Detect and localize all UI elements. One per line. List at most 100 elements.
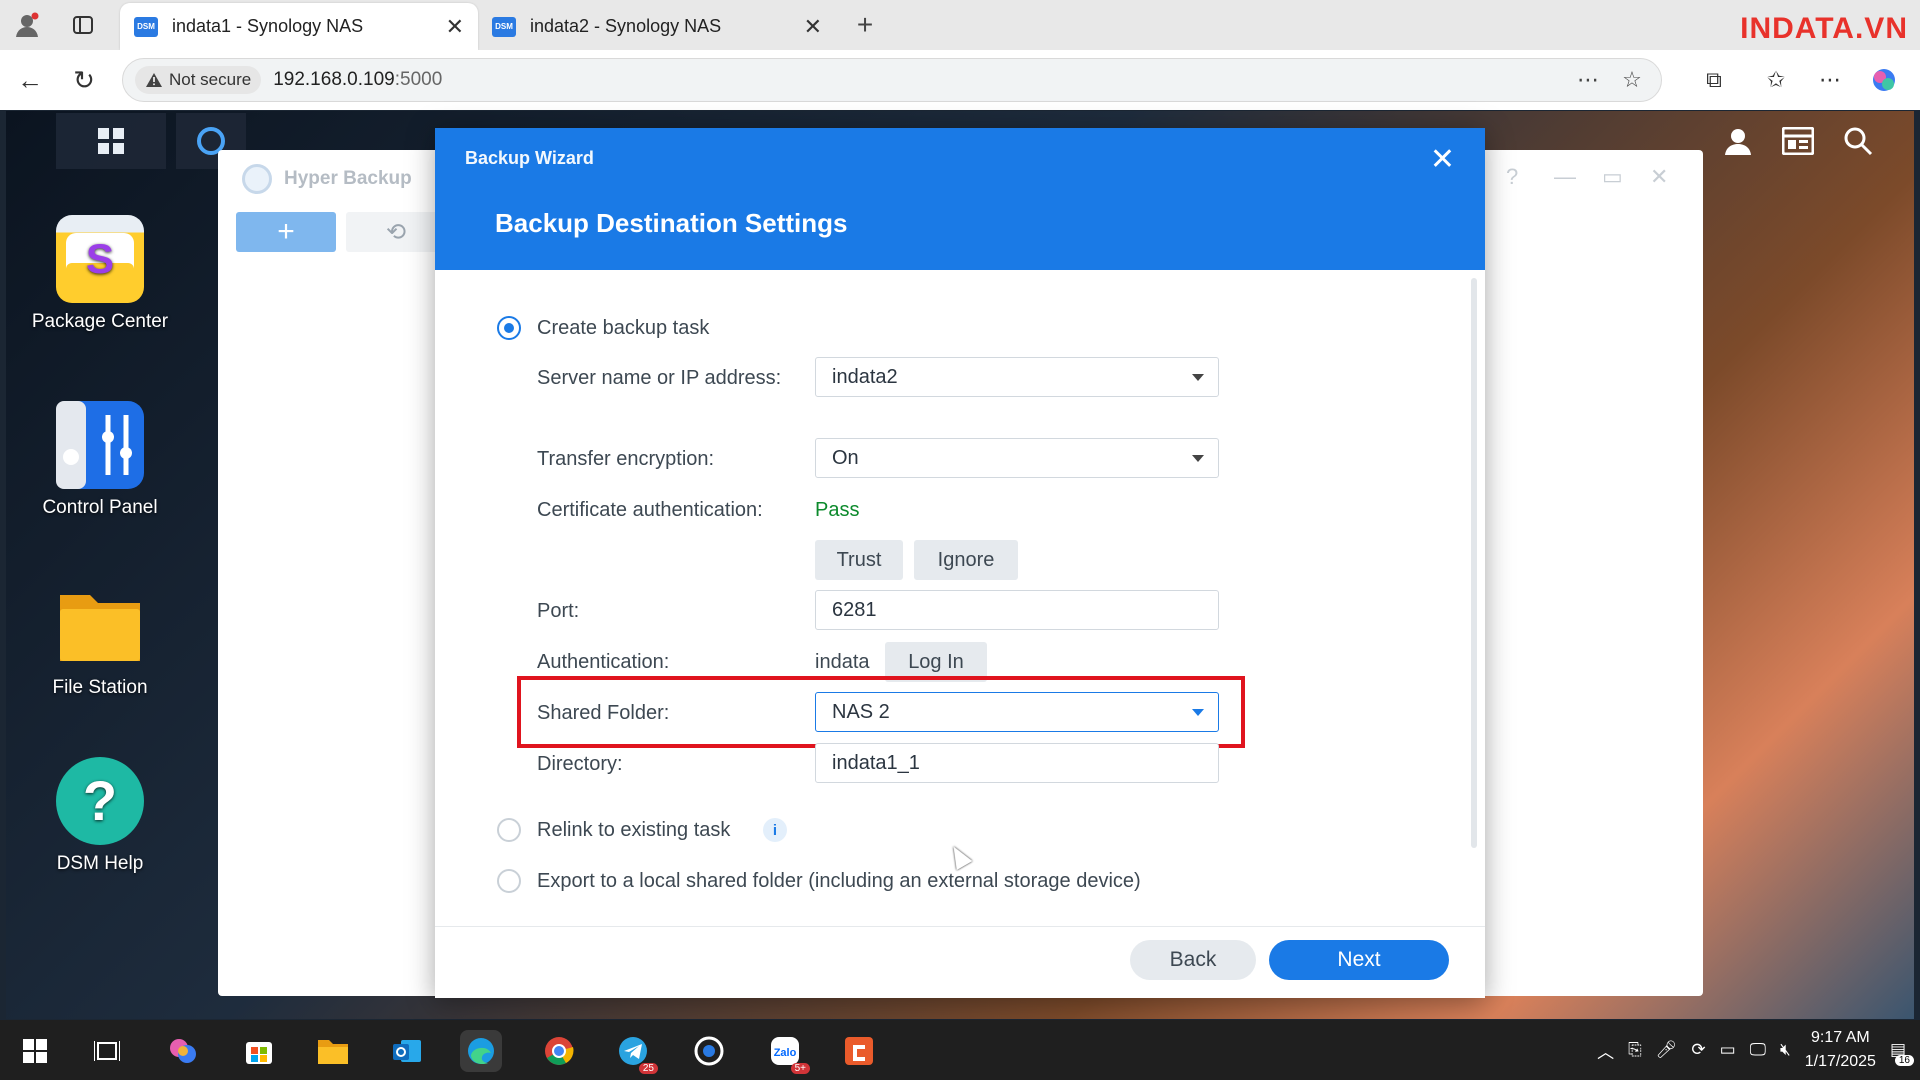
desktop-icon-dsm-help[interactable]: ? DSM Help [20,757,180,875]
chrome-icon[interactable] [538,1030,580,1072]
port-input[interactable]: 6281 [815,590,1219,630]
back-button[interactable]: Back [1130,940,1256,980]
svg-text:S: S [86,235,114,282]
url-host: 192.168.0.109 [273,69,395,90]
desktop-icon-file-station[interactable]: File Station [20,581,180,699]
desktop-icon-control-panel[interactable]: Control Panel [20,401,180,519]
network-icon[interactable]: 🖵︎ [1750,1040,1766,1060]
close-icon[interactable]: ✕ [1430,142,1455,177]
close-window-icon[interactable]: ✕ [1650,164,1668,190]
volume-muted-icon[interactable]: 🔇︎ [1780,1040,1791,1060]
package-center-icon: S [56,215,144,303]
radio-export-local-folder[interactable] [497,869,521,893]
scrollbar[interactable] [1471,278,1477,848]
tab-actions-icon[interactable] [66,8,100,42]
more-tools-icon[interactable]: ⋯ [1573,65,1603,95]
microsoft-store-icon[interactable] [238,1030,280,1072]
search-app-icon[interactable] [688,1030,730,1072]
start-windows-icon[interactable] [14,1030,56,1072]
new-tab-icon[interactable]: + [848,8,882,42]
task-view-icon[interactable] [86,1030,128,1072]
camera-icon[interactable]: ⎘ [1628,1040,1642,1060]
telegram-icon[interactable]: 25 [612,1030,658,1074]
control-panel-icon [56,401,144,489]
dsm-help-icon: ? [56,757,144,845]
notification-count: 16 [1894,1055,1914,1066]
maximize-icon[interactable]: ▭ [1602,164,1623,190]
certificate-label: Certificate authentication: [537,499,763,521]
reload-icon[interactable]: ↻ [66,62,102,98]
encryption-select[interactable]: On [815,438,1219,478]
extensions-icon[interactable]: ⧉ [1696,62,1732,98]
chevron-up-icon[interactable]: ︿ [1597,1038,1614,1063]
info-icon[interactable]: i [763,818,787,842]
profile-icon[interactable] [10,8,44,42]
snip-tool-icon[interactable] [838,1030,880,1072]
desktop-icon-label: DSM Help [56,853,144,874]
widgets-icon[interactable] [1776,119,1820,163]
close-icon[interactable]: ✕ [446,14,464,40]
search-icon[interactable] [1836,119,1880,163]
svg-text:Zalo: Zalo [774,1047,797,1059]
directory-value: indata1_1 [832,751,920,774]
back-arrow-icon[interactable]: ← [12,62,48,98]
file-explorer-icon[interactable] [312,1030,354,1072]
warning-icon [146,73,162,87]
watermark-logo: INDATA.VN [1740,12,1908,45]
battery-icon[interactable]: ▭ [1720,1040,1736,1060]
trust-button[interactable]: Trust [815,540,903,580]
add-backup-button[interactable]: + [236,212,336,252]
authentication-label: Authentication: [537,651,670,673]
directory-label: Directory: [537,753,623,775]
radio-relink-existing-task[interactable] [497,818,521,842]
copilot-icon[interactable] [1866,62,1902,98]
option-create-label: Create backup task [537,317,710,339]
copilot-app-icon[interactable] [162,1030,204,1072]
tab-indata1[interactable]: DSM indata1 - Synology NAS ✕ [120,3,478,50]
ignore-button[interactable]: Ignore [914,540,1018,580]
desktop-icon-label: File Station [52,677,148,698]
shared-folder-value: NAS 2 [832,700,890,723]
next-button[interactable]: Next [1269,940,1449,980]
port-label: Port: [537,600,580,622]
main-menu-icon[interactable] [56,113,166,169]
notifications-icon[interactable]: ▤ 16 [1890,1040,1914,1066]
url-port: :5000 [394,69,443,90]
outlook-icon[interactable] [386,1030,428,1072]
close-icon[interactable]: ✕ [804,14,822,40]
help-icon[interactable]: ? [1506,164,1518,190]
shared-folder-select[interactable]: NAS 2 [815,692,1219,732]
clock[interactable]: 9:17 AM 1/17/2025 [1805,1026,1876,1074]
microphone-icon[interactable]: 🎤︎ [1656,1040,1678,1060]
zalo-icon[interactable]: Zalo 5+ [764,1030,810,1074]
minimize-icon[interactable]: — [1554,164,1576,190]
tab-strip: DSM indata1 - Synology NAS ✕ DSM indata2… [0,0,1920,50]
system-tray: ︿ ⎘ 🎤︎ ⟳ ▭ 🖵︎ 🔇︎ 9:17 AM 1/17/2025 ▤ 16 [1597,1020,1914,1080]
option-export-label: Export to a local shared folder (includi… [537,870,1141,892]
browser-toolbar: ← ↻ Not secure 192.168.0.109:5000 ⋯ ☆ ⧉ … [0,50,1920,110]
url-text: 192.168.0.109:5000 [273,69,442,91]
tab-title: indata2 - Synology NAS [530,16,722,36]
encryption-label: Transfer encryption: [537,448,715,470]
port-value: 6281 [832,598,877,621]
sync-icon[interactable]: ⟳ [1691,1040,1705,1060]
tab-indata2[interactable]: DSM indata2 - Synology NAS ✕ [478,3,836,50]
user-icon[interactable] [1716,119,1760,163]
wizard-header: Backup Wizard Backup Destination Setting… [435,128,1485,270]
menu-dots-icon[interactable]: ⋯ [1812,62,1848,98]
not-secure-badge[interactable]: Not secure [135,66,262,94]
address-bar[interactable]: Not secure 192.168.0.109:5000 ⋯ ☆ [122,58,1662,102]
chevron-down-icon [1192,709,1204,716]
edge-browser-icon[interactable] [460,1030,502,1072]
server-select[interactable]: indata2 [815,357,1219,397]
chevron-down-icon [1192,374,1204,381]
desktop-icon-package-center[interactable]: S Package Center [20,215,180,333]
directory-input[interactable]: indata1_1 [815,743,1219,783]
history-icon[interactable]: ⟲ [346,212,446,252]
favorite-star-icon[interactable]: ☆ [1617,65,1647,95]
windows-taskbar: 25 Zalo 5+ ︿ ⎘ 🎤︎ ⟳ ▭ 🖵︎ 🔇︎ 9:17 AM 1/17… [0,1020,1920,1080]
radio-create-backup-task[interactable] [497,316,521,340]
server-value: indata2 [832,365,898,388]
footer-divider [435,926,1485,927]
favorites-icon[interactable]: ✩ [1758,62,1794,98]
